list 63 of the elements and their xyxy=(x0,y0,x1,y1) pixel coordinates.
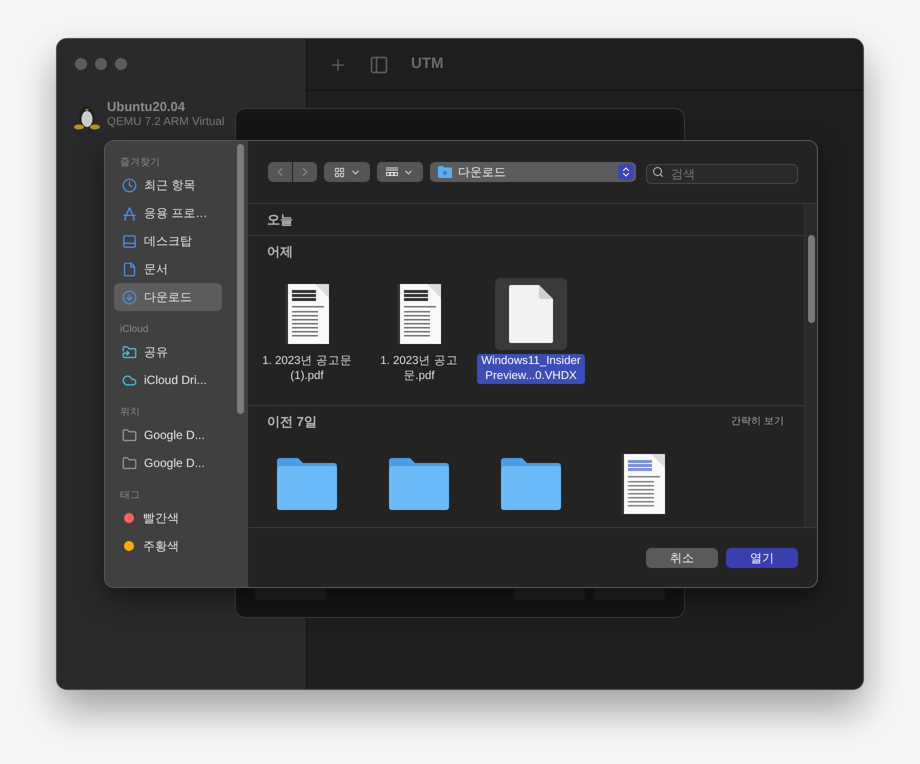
sidebar-toggle-icon[interactable] xyxy=(369,54,389,74)
sidebar-item[interactable]: 공유 xyxy=(114,338,222,366)
folder-icon xyxy=(389,458,449,510)
stepper-icon xyxy=(618,164,634,180)
download-icon xyxy=(122,290,137,304)
folder-icon xyxy=(438,166,452,178)
document-icon xyxy=(122,262,137,276)
sheet-button[interactable] xyxy=(514,587,585,600)
scrollbar-thumb[interactable] xyxy=(808,235,814,323)
sidebar-item[interactable]: Google D... xyxy=(114,421,222,449)
forward-button[interactable] xyxy=(293,162,317,182)
grid-icon xyxy=(334,166,344,178)
sidebar-item[interactable]: 데스크탑 xyxy=(114,227,222,255)
path-popup[interactable]: 다운로드 xyxy=(430,162,636,182)
sidebar-item[interactable]: 빨간색 xyxy=(114,504,222,532)
section-heading: 이전 7일 xyxy=(267,412,317,431)
sidebar-item[interactable]: iCloud Dri... xyxy=(114,366,222,394)
sidebar-item[interactable]: Google D... xyxy=(114,449,222,477)
sidebar-item[interactable]: 응용 프로… xyxy=(114,199,222,227)
sidebar-heading: 위치 xyxy=(119,406,141,420)
zoom-window-button[interactable] xyxy=(115,58,127,70)
search-icon xyxy=(652,166,664,178)
search-field[interactable]: 검색 xyxy=(646,164,798,184)
open-button[interactable]: 열기 xyxy=(726,548,798,568)
clock-icon xyxy=(122,178,137,192)
shared-folder-icon xyxy=(122,344,137,360)
sidebar-item[interactable]: 문서 xyxy=(114,255,222,283)
file-item[interactable]: Windows11_InsiderPreview...0.VHDX xyxy=(475,278,587,405)
document-thumbnail-icon xyxy=(397,284,441,344)
folder-icon xyxy=(122,456,137,470)
file-item[interactable]: 1. 2023년 공고 문.pdf xyxy=(363,278,475,405)
sheet-button[interactable] xyxy=(594,587,665,600)
group-icon xyxy=(386,167,398,177)
sidebar-heading: 태그 xyxy=(119,489,141,503)
show-less-link[interactable]: 간략히 보기 xyxy=(731,414,784,429)
sheet-button[interactable] xyxy=(255,587,326,600)
sidebar-item[interactable]: 주황색 xyxy=(114,532,222,560)
minimize-window-button[interactable] xyxy=(95,58,107,70)
document-thumbnail-icon xyxy=(621,454,665,514)
window-title: UTM xyxy=(411,54,444,74)
folder-icon xyxy=(277,458,337,510)
folder-icon xyxy=(501,458,561,510)
sidebar-item[interactable]: 최근 항목 xyxy=(114,171,222,199)
sidebar-heading: iCloud xyxy=(119,323,150,337)
section-heading: 오늘 xyxy=(267,210,293,229)
file-item[interactable]: 1. 2023년 공고문 (1).pdf xyxy=(251,278,363,405)
cancel-button[interactable]: 취소 xyxy=(646,548,718,568)
sidebar-item[interactable]: 다운로드 xyxy=(114,283,222,311)
back-button[interactable] xyxy=(268,162,292,182)
apps-icon xyxy=(122,206,137,220)
view-mode-button[interactable] xyxy=(324,162,370,182)
document-thumbnail-icon xyxy=(285,284,329,344)
file-icon xyxy=(509,285,553,343)
group-button[interactable] xyxy=(377,162,423,182)
section-heading: 어제 xyxy=(267,242,293,261)
vm-name: Ubuntu20.04 xyxy=(107,99,186,115)
sidebar-scrollbar[interactable] xyxy=(237,144,244,414)
folder-icon xyxy=(122,428,137,442)
desktop-icon xyxy=(122,234,137,248)
close-window-button[interactable] xyxy=(75,58,87,70)
vm-subtitle: QEMU 7.2 ARM Virtual xyxy=(107,115,224,130)
cloud-icon xyxy=(122,372,137,388)
sidebar-heading: 즐겨찾기 xyxy=(119,156,161,170)
